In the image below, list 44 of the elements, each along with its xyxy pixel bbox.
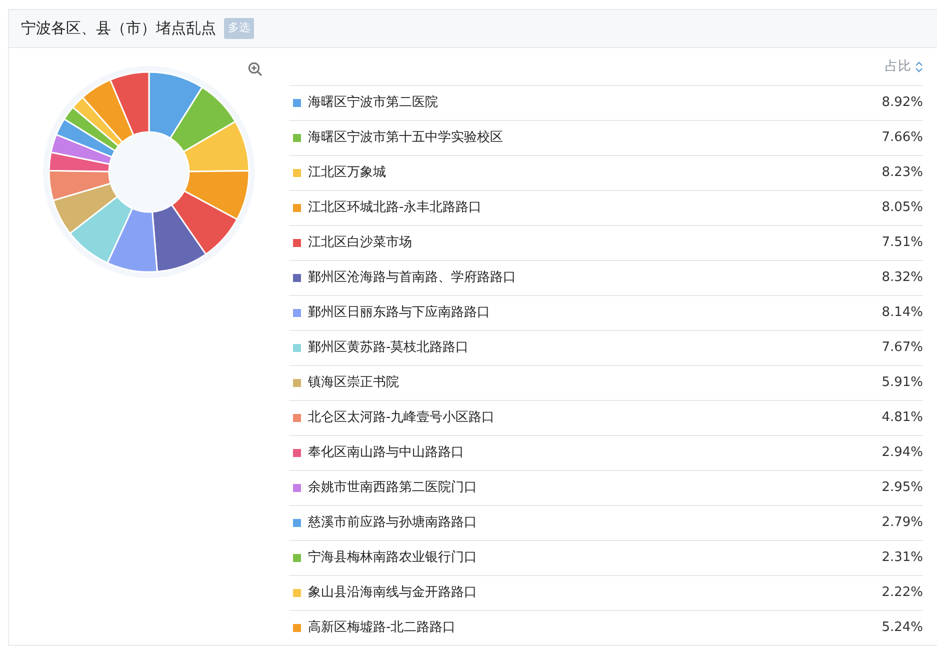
location-name: 海曙区宁波市第十五中学实验校区 xyxy=(308,129,503,148)
share-value: 8.92% xyxy=(882,94,923,112)
location-name: 鄞州区黄苏路-莫枝北路路口 xyxy=(308,339,469,358)
share-value: 2.31% xyxy=(882,549,923,568)
share-value: 8.23% xyxy=(882,164,923,182)
location-name: 江北区万象城 xyxy=(308,164,386,182)
share-value: 8.14% xyxy=(882,304,923,322)
location-name: 高新区梅墟路-北二路路口 xyxy=(308,619,456,638)
donut-slice xyxy=(183,170,250,220)
location-name: 江北区白沙菜市场 xyxy=(308,234,412,252)
multi-select-tag[interactable]: 多选 xyxy=(224,18,254,39)
share-value: 4.81% xyxy=(882,409,923,428)
donut-slice xyxy=(171,190,238,255)
location-name: 余姚市世南西路第二医院门口 xyxy=(308,479,477,498)
share-value: 5.24% xyxy=(882,619,923,638)
location-name: 江北区环城北路-永丰北路路口 xyxy=(308,199,482,218)
share-value: 2.95% xyxy=(882,479,923,498)
share-value: 2.94% xyxy=(882,444,923,462)
share-value: 7.51% xyxy=(882,234,923,252)
donut-slice xyxy=(170,86,236,153)
location-name: 镇海区崇正书院 xyxy=(308,374,399,392)
location-name: 宁海县梅林南路农业银行门口 xyxy=(308,549,477,568)
share-value: 2.22% xyxy=(882,584,923,602)
location-name: 鄞州区沧海路与首南路、学府路路口 xyxy=(308,269,516,288)
share-value: 8.05% xyxy=(882,199,923,218)
location-name: 象山县沿海南线与金开路路口 xyxy=(308,584,477,602)
column-header[interactable]: 占比 xyxy=(885,56,923,76)
location-name: 慈溪市前应路与孙塘南路路口 xyxy=(308,514,477,532)
location-name: 鄞州区日丽东路与下应南路路口 xyxy=(308,304,490,322)
share-value: 2.79% xyxy=(882,514,923,532)
zoom-in-icon[interactable] xyxy=(248,62,263,77)
location-name: 奉化区南山路与中山路路口 xyxy=(308,444,464,462)
donut-slice xyxy=(148,71,203,139)
share-value: 7.67% xyxy=(882,339,923,358)
location-name: 北仑区太河路-九峰壹号小区路口 xyxy=(308,409,495,428)
share-value: 7.66% xyxy=(882,129,923,148)
sort-icon xyxy=(915,60,923,72)
panel-title: 宁波各区、县（市）堵点乱点 xyxy=(21,18,216,40)
donut-slice xyxy=(182,120,250,172)
share-value: 5.91% xyxy=(882,374,923,392)
location-name: 海曙区宁波市第二医院 xyxy=(308,94,438,112)
donut-slice xyxy=(152,204,207,272)
share-value: 8.32% xyxy=(882,269,923,288)
donut-slice xyxy=(106,208,158,273)
